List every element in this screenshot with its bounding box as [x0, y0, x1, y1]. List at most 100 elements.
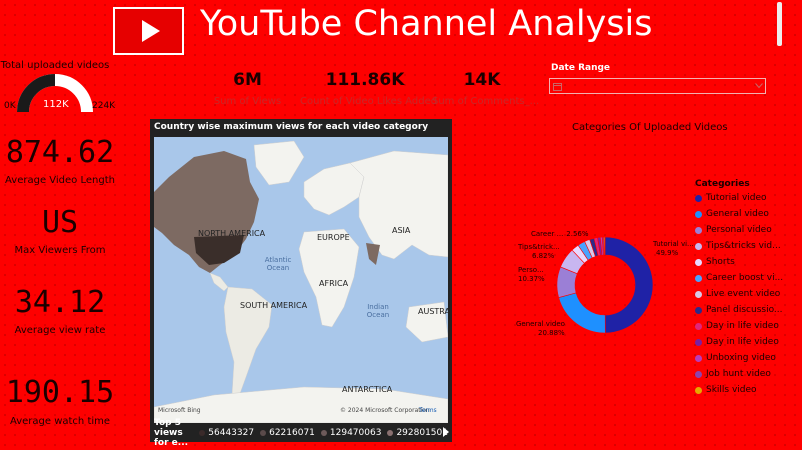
legend-dot [695, 290, 702, 298]
donut-label-tips: Tips&trick... 6.82% [518, 243, 560, 261]
map-copyright: © 2024 Microsoft Corporation [340, 407, 430, 414]
donut-label-career: Career ... 2.56% [531, 230, 589, 238]
stat-avg-view-rate-value: 34.12 [14, 285, 106, 320]
legend-label: Tips&tricks vid... [706, 241, 781, 251]
donut-slice-12[interactable] [603, 236, 606, 256]
donut-legend-item[interactable]: Shorts [695, 257, 735, 267]
kpi-likes-label: Count of Video Likes Added [300, 96, 438, 107]
legend-dot [695, 386, 702, 394]
legend-dot [695, 194, 702, 202]
date-range-label: Date Range [551, 63, 611, 73]
kpi-likes: 111.86K Count of Video Likes Added [300, 70, 438, 107]
donut-label-name: Career ... [531, 230, 564, 238]
kpi-comments-label: Sum of Comments_... [432, 96, 540, 107]
legend-dot [695, 210, 702, 218]
stat-avg-video-length-value: 874.62 [5, 135, 115, 170]
gauge-value: 112K [43, 99, 69, 110]
kpi-comments: 14K Sum of Comments_... [432, 70, 540, 107]
world-map [154, 140, 448, 423]
map-label-australia: AUSTRAL [418, 307, 448, 316]
page-title: YouTube Channel Analysis [200, 4, 653, 44]
map-label-antarctica: ANTARCTICA [342, 385, 393, 394]
map-canvas[interactable]: NORTH AMERICA EUROPE ASIA AFRICA SOUTH A… [154, 137, 448, 423]
donut-label-pct: 6.82% [532, 252, 555, 260]
map-legend-value: 56443327 [208, 428, 255, 438]
donut-legend-item[interactable]: Tips&tricks vid... [695, 241, 781, 251]
map-legend: Top 5 views for e... 56443327 62216071 1… [154, 418, 448, 448]
legend-label: General video [706, 209, 769, 219]
donut-legend-item[interactable]: Tutorial video [695, 193, 767, 203]
youtube-play-icon [141, 20, 160, 42]
map-legend-value: 292801501 [396, 428, 448, 438]
legend-label: Skills video [706, 385, 757, 395]
date-range-select[interactable] [549, 78, 766, 94]
donut-label-name: Tips&trick... [518, 243, 560, 251]
kpi-views-label: Sum of Views [213, 96, 282, 107]
legend-label: Unboxing video [706, 353, 776, 363]
map-title: Country wise maximum views for each vide… [154, 122, 429, 132]
legend-dot [695, 274, 702, 282]
scrollbar[interactable] [777, 2, 782, 46]
donut-label-pct: 2.56% [566, 230, 589, 238]
stat-avg-view-rate-label: Average view rate [14, 325, 106, 336]
kpi-views-value: 6M [233, 70, 262, 90]
donut-legend-item[interactable]: Day in life video [695, 321, 779, 331]
donut-slice-0[interactable] [604, 236, 654, 334]
legend-label: Day in life video [706, 337, 779, 347]
map-label-africa: AFRICA [319, 279, 349, 288]
donut-legend-item[interactable]: Personal video [695, 225, 772, 235]
kpi-views: 6M Sum of Views [205, 70, 290, 107]
donut-legend-item[interactable]: Day in life video [695, 337, 779, 347]
categories-donut-chart[interactable] [550, 230, 660, 340]
legend-label: Job hunt video [706, 369, 771, 379]
gauge-max: 224K [92, 101, 116, 111]
stat-avg-video-length-label: Average Video Length [5, 175, 115, 186]
map-label-europe: EUROPE [317, 233, 350, 242]
donut-legend-item[interactable]: Unboxing video [695, 353, 776, 363]
legend-label: Career boost vi... [706, 273, 784, 283]
map-label-indian: Indian Ocean [366, 303, 390, 319]
calendar-icon [553, 83, 562, 91]
legend-label: Panel discussio... [706, 305, 783, 315]
gauge-label: Total uploaded videos [0, 60, 110, 71]
country-map-visual[interactable]: Country wise maximum views for each vide… [150, 119, 452, 448]
legend-dot [695, 370, 702, 378]
donut-legend-item[interactable]: Skills video [695, 385, 757, 395]
donut-label-pct: 49.9% [656, 249, 679, 257]
map-label-north-america: NORTH AMERICA [198, 229, 266, 238]
donut-legend-item[interactable]: Career boost vi... [695, 273, 783, 283]
map-label-atlantic: Atlantic Ocean [264, 256, 292, 272]
legend-dot [695, 306, 702, 314]
donut-label-tutorial: Tutorial vi... 49.9% [653, 240, 694, 258]
map-terms-link[interactable]: Terms [419, 407, 437, 414]
stat-max-viewers-value: US [41, 205, 79, 240]
stat-max-viewers-label: Max Viewers From [14, 245, 106, 256]
donut-legend-item[interactable]: Panel discussio... [695, 305, 783, 315]
legend-dot [695, 338, 702, 346]
kpi-likes-value: 111.86K [325, 70, 405, 90]
legend-dot [695, 258, 702, 266]
donut-label-pct: 20.88% [538, 329, 565, 337]
donut-label-personal: Perso... 10.37% [518, 266, 545, 284]
chevron-down-icon [755, 83, 763, 89]
legend-dot [695, 242, 702, 250]
youtube-logo [113, 7, 184, 55]
legend-label: Tutorial video [706, 193, 767, 203]
map-legend-value: 62216071 [269, 428, 315, 438]
map-label-south-america: SOUTH AMERICA [240, 301, 308, 310]
legend-next-arrow-icon[interactable] [443, 427, 449, 437]
donut-legend-item[interactable]: Live event video [695, 289, 780, 299]
donut-slice-1[interactable] [558, 292, 606, 334]
donut-legend-item[interactable]: Job hunt video [695, 369, 771, 379]
map-legend-title: Top 5 views for e... [154, 418, 189, 448]
legend-label: Day in life video [706, 321, 779, 331]
donut-label-pct: 10.37% [518, 275, 545, 283]
legend-dot [695, 226, 702, 234]
donut-title: Categories Of Uploaded Videos [572, 122, 728, 133]
legend-dot [695, 354, 702, 362]
stat-avg-watch-time-value: 190.15 [5, 375, 115, 410]
stat-avg-watch-time-label: Average watch time [9, 416, 111, 427]
donut-legend-item[interactable]: General video [695, 209, 769, 219]
kpi-comments-value: 14K [463, 70, 501, 90]
legend-label: Personal video [706, 225, 772, 235]
